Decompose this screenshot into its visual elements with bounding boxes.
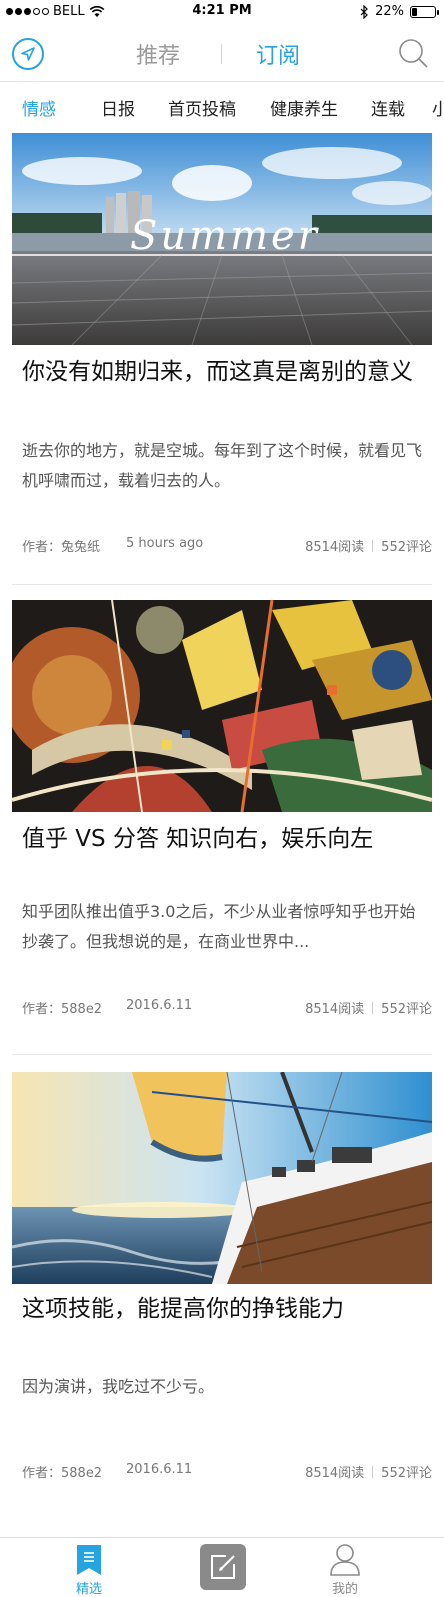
battery-percent: 22% <box>375 4 404 19</box>
category-emotion[interactable]: 情感 <box>22 95 56 120</box>
read-count: 8514阅读 <box>305 1002 365 1017</box>
image-script-text: Summer <box>130 213 320 259</box>
article-author[interactable]: 作者：588e2 <box>22 1462 102 1481</box>
tab-mine[interactable]: 我的 <box>320 1538 370 1597</box>
article-title[interactable]: 值乎 VS 分答 知识向右，娱乐向左 <box>22 822 422 856</box>
comment-count[interactable]: 552评论 <box>381 1002 432 1017</box>
category-small[interactable]: 小 <box>432 95 444 120</box>
user-icon <box>330 1544 360 1576</box>
article-stats: 8514阅读 552评论 <box>305 1462 432 1481</box>
top-navigation: 推荐 订阅 <box>0 24 444 82</box>
article-title[interactable]: 这项技能，能提高你的挣钱能力 <box>22 1292 422 1326</box>
article-stats: 8514阅读 552评论 <box>305 536 432 555</box>
bottom-tab-bar: 精选 我的 <box>0 1537 444 1597</box>
compose-tile <box>200 1544 246 1590</box>
location-arrow-icon <box>21 47 35 61</box>
card-divider <box>12 1054 432 1055</box>
article-date: 2016.6.11 <box>126 1462 193 1477</box>
category-daily[interactable]: 日报 <box>101 95 135 120</box>
article-card[interactable]: 这项技能，能提高你的挣钱能力 因为演讲，我吃过不少亏。 作者：588e2 201… <box>0 1072 444 1527</box>
article-stats: 8514阅读 552评论 <box>305 998 432 1017</box>
comment-count[interactable]: 552评论 <box>381 540 432 555</box>
card-divider <box>12 584 432 585</box>
location-button[interactable] <box>12 38 44 70</box>
status-bar: BELL 4:21 PM 22% <box>0 0 444 24</box>
article-image-abstract[interactable] <box>12 600 432 812</box>
search-button[interactable] <box>396 36 430 70</box>
article-summary: 知乎团队推出值乎3.0之后，不少从业者惊呼知乎也开始抄袭了。但我想说的是，在商业… <box>22 902 416 951</box>
status-right: 22% <box>360 4 439 19</box>
tab-divider <box>221 44 222 64</box>
category-serial[interactable]: 连载 <box>371 95 405 120</box>
bluetooth-icon <box>360 4 368 19</box>
article-date: 2016.6.11 <box>126 998 193 1013</box>
tab-featured-label: 精选 <box>75 1582 102 1597</box>
compose-button[interactable] <box>198 1538 248 1597</box>
category-homepage-submission[interactable]: 首页投稿 <box>168 95 236 120</box>
bookmark-list-icon <box>77 1545 101 1575</box>
article-image-summer[interactable]: Summer <box>12 133 432 345</box>
compose-icon <box>211 1555 235 1579</box>
article-summary: 逝去你的地方，就是空城。每年到了这个时候，就看见飞机呼啸而过，载着归去的人。 <box>22 441 423 490</box>
comment-count[interactable]: 552评论 <box>381 1466 432 1481</box>
search-icon <box>399 39 428 68</box>
article-title[interactable]: 你没有如期归来，而这真是离别的意义 <box>22 355 422 389</box>
article-summary: 因为演讲，我吃过不少亏。 <box>22 1377 215 1396</box>
battery-icon <box>410 5 439 18</box>
article-card[interactable]: 值乎 VS 分答 知识向右，娱乐向左 知乎团队推出值乎3.0之后，不少从业者惊呼… <box>0 600 444 1036</box>
category-bar: 情感 日报 首页投稿 健康养生 连载 小 <box>0 83 444 129</box>
article-date: 5 hours ago <box>126 536 204 551</box>
tab-featured[interactable]: 精选 <box>54 1538 124 1597</box>
tab-mine-label: 我的 <box>331 1582 358 1597</box>
tab-recommend[interactable]: 推荐 <box>136 38 180 70</box>
article-author[interactable]: 作者：588e2 <box>22 998 102 1017</box>
article-author[interactable]: 作者：兔兔纸 <box>22 536 100 555</box>
article-card[interactable]: Summer 你没有如期归来，而这真是离别的意义 逝去你的地方，就是空城。每年到… <box>0 133 444 585</box>
read-count: 8514阅读 <box>305 540 365 555</box>
tab-subscribe[interactable]: 订阅 <box>256 38 300 70</box>
read-count: 8514阅读 <box>305 1466 365 1481</box>
article-image-sailboat[interactable] <box>12 1072 432 1284</box>
category-health[interactable]: 健康养生 <box>270 95 338 120</box>
